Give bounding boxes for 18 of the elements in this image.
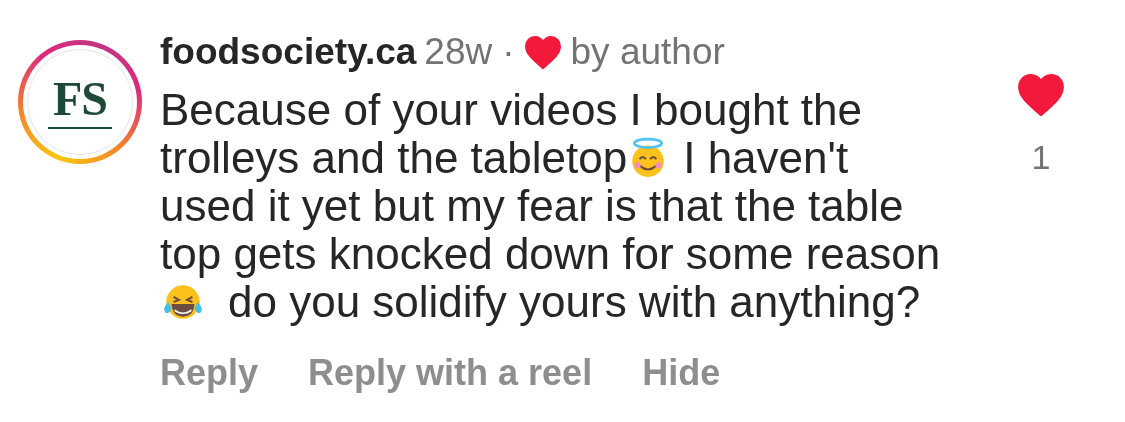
liked-by-author-label: by author (570, 30, 725, 74)
comment-time: 28w (424, 30, 493, 74)
logo-text: FS (53, 75, 107, 123)
comment-text: trolleys and the tabletop (160, 134, 628, 182)
action-button[interactable]: Reply with a reel (308, 351, 593, 395)
like-count: 1 (1031, 137, 1051, 178)
comment-text: Because of your videos I bought the (160, 86, 863, 134)
comment-text: do you solidify yours with anything? (228, 278, 921, 326)
heart-icon[interactable] (524, 35, 561, 69)
separator-dot: · (502, 30, 515, 74)
comment-text: used it yet but my fear is that the table (160, 182, 904, 230)
comment-text: I haven't (683, 134, 849, 182)
username[interactable]: foodsociety.ca (160, 26, 417, 78)
action-button[interactable]: Hide (642, 351, 721, 395)
action-button[interactable]: Reply (160, 351, 259, 395)
avatar[interactable]: FS (18, 40, 142, 164)
comment-text: top gets knocked down for some reason (160, 230, 941, 278)
heart-icon[interactable] (1018, 74, 1064, 116)
